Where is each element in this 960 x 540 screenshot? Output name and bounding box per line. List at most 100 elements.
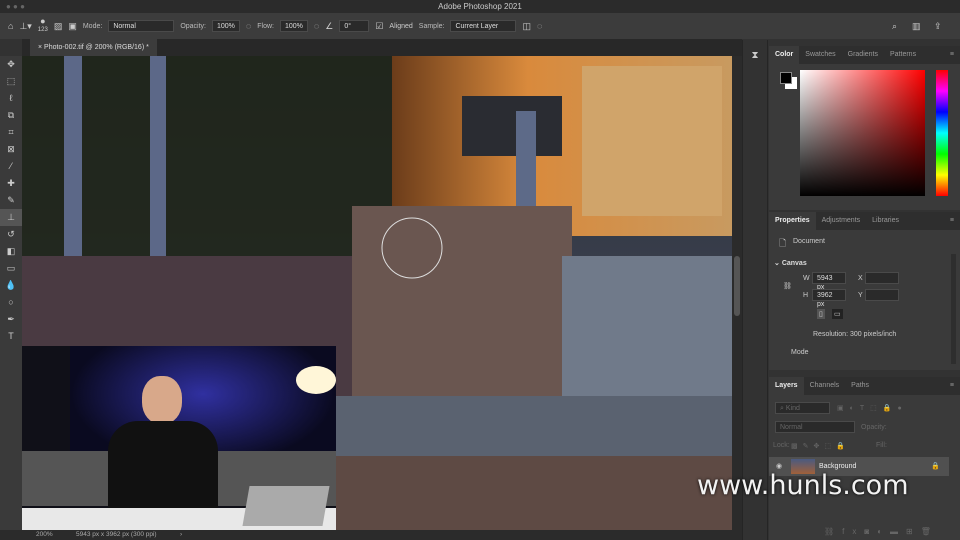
- blend-mode-select[interactable]: Normal: [775, 421, 855, 433]
- crop-tool-icon[interactable]: ⌗: [0, 124, 22, 141]
- front-rocks: [322, 456, 732, 530]
- type-tool-icon[interactable]: T: [0, 328, 22, 345]
- vertical-scrollbar[interactable]: [732, 56, 742, 530]
- webcam-overlay: [22, 346, 336, 530]
- clone-source-icon[interactable]: ▣: [68, 21, 77, 32]
- y-input[interactable]: [865, 289, 899, 301]
- app-title: Adobe Photoshop 2021: [438, 2, 522, 11]
- clone-stamp-tool-icon[interactable]: ⊥: [0, 209, 22, 226]
- flow-input[interactable]: 100%: [280, 20, 308, 32]
- layer-filter-kind[interactable]: ⌕ Kind: [775, 402, 830, 414]
- tab-swatches[interactable]: Swatches: [799, 46, 841, 64]
- mode-select[interactable]: Normal: [108, 20, 175, 32]
- layers-panel: Layers Channels Paths ≡ ⌕ Kind ▣◐T⬚🔒● No…: [769, 377, 960, 540]
- dodge-tool-icon[interactable]: ○: [0, 294, 22, 311]
- clone-stamp-icon[interactable]: ⊥▾: [19, 21, 31, 32]
- document-tab-bar: × Photo-002.tif @ 200% (RGB/16) *: [22, 39, 742, 56]
- ignore-adjustment-icon[interactable]: ◫: [522, 21, 531, 32]
- tab-patterns[interactable]: Patterns: [884, 46, 922, 64]
- brush-preset-picker[interactable]: ● 123: [37, 17, 48, 34]
- zoom-level[interactable]: 200%: [36, 530, 53, 540]
- move-tool-icon[interactable]: ✥: [0, 56, 22, 73]
- tools-panel: ✥ ⬚ ℓ ⧉ ⌗ ⊠ ⁄ ✚ ✎ ⊥ ↺ ◧ ▭ 💧 ○ ✒ T: [0, 56, 22, 530]
- brush-size: 123: [37, 27, 48, 33]
- tab-libraries[interactable]: Libraries: [866, 212, 905, 230]
- flow-label: Flow:: [257, 22, 274, 30]
- properties-scrollbar[interactable]: [951, 254, 956, 364]
- sample-select[interactable]: Current Layer: [450, 20, 517, 32]
- visibility-eye-icon[interactable]: ◉: [776, 462, 782, 470]
- panel-menu-icon[interactable]: ≡: [944, 212, 960, 230]
- fill-label: Fill:: [876, 442, 887, 449]
- x-input[interactable]: [865, 272, 899, 284]
- brush-tool-icon[interactable]: ✎: [0, 192, 22, 209]
- marquee-tool-icon[interactable]: ⬚: [0, 73, 22, 90]
- home-icon[interactable]: ⌂: [8, 21, 13, 31]
- workspace-icon[interactable]: ▥: [912, 21, 921, 32]
- history-brush-tool-icon[interactable]: ↺: [0, 226, 22, 243]
- blur-tool-icon[interactable]: 💧: [0, 277, 22, 294]
- panel-menu-icon[interactable]: ≡: [944, 46, 960, 64]
- airbrush-icon[interactable]: ◌: [314, 21, 319, 31]
- status-bar: 200% 5943 px x 3962 px (300 ppi) ›: [0, 530, 742, 540]
- search-icon[interactable]: ⌕: [892, 21, 897, 32]
- height-input[interactable]: 3962 px: [812, 289, 846, 308]
- gradient-tool-icon[interactable]: ▭: [0, 260, 22, 277]
- color-field[interactable]: [800, 70, 925, 196]
- share-icon[interactable]: ⇪: [934, 21, 942, 32]
- healing-tool-icon[interactable]: ✚: [0, 175, 22, 192]
- image-canvas[interactable]: [22, 56, 732, 530]
- cabinets: [582, 66, 722, 216]
- frame-tool-icon[interactable]: ⊠: [0, 141, 22, 158]
- collapsed-panel-strip: ⧗: [742, 40, 768, 540]
- watermark: www.hunls.com: [697, 470, 909, 501]
- stairs: [562, 256, 732, 396]
- tab-adjustments[interactable]: Adjustments: [816, 212, 867, 230]
- tab-gradients[interactable]: Gradients: [842, 46, 884, 64]
- document-tab[interactable]: × Photo-002.tif @ 200% (RGB/16) *: [30, 39, 157, 56]
- tab-channels[interactable]: Channels: [804, 377, 846, 395]
- object-select-tool-icon[interactable]: ⧉: [0, 107, 22, 124]
- y-label: Y: [858, 292, 863, 299]
- tab-color[interactable]: Color: [769, 46, 800, 64]
- mode-label: Mode: [791, 349, 809, 356]
- pen-tool-icon[interactable]: ✒: [0, 311, 22, 328]
- landscape-orientation-icon[interactable]: ▭: [832, 309, 843, 319]
- document-label: Document: [793, 238, 825, 245]
- foreground-color-swatch[interactable]: [780, 72, 792, 84]
- lock-icons[interactable]: ▩✎✥⬚🔒: [791, 442, 850, 450]
- eyedropper-tool-icon[interactable]: ⁄: [0, 158, 22, 175]
- lasso-tool-icon[interactable]: ℓ: [0, 90, 22, 107]
- kind-placeholder: Kind: [785, 405, 800, 412]
- document-info: 5943 px x 3962 px (300 ppi): [76, 531, 157, 538]
- layers-footer-buttons[interactable]: ⛓fx◙◐▬⊞🗑: [824, 527, 939, 536]
- brush-settings-icon[interactable]: ▨: [54, 21, 63, 32]
- lamp: [296, 366, 336, 394]
- angle-input[interactable]: 0°: [339, 20, 370, 32]
- lock-label: Lock:: [773, 442, 790, 449]
- history-icon[interactable]: ⧗: [747, 50, 763, 61]
- tab-layers[interactable]: Layers: [769, 377, 804, 395]
- hue-slider[interactable]: [936, 70, 948, 196]
- canvas-section-toggle[interactable]: ⌄ Canvas: [774, 259, 807, 267]
- pressure-size-icon[interactable]: ◌: [537, 21, 542, 31]
- panel-menu-icon[interactable]: ≡: [944, 377, 960, 395]
- layer-filter-icons[interactable]: ▣◐T⬚🔒●: [837, 404, 908, 412]
- link-icon[interactable]: ⛓: [783, 282, 792, 290]
- lock-icon: 🔒: [931, 463, 940, 470]
- canvas-label: Canvas: [781, 260, 807, 267]
- document-tab-label: Photo-002.tif @ 200% (RGB/16) *: [44, 44, 149, 51]
- aligned-checkbox[interactable]: ☑: [375, 21, 383, 32]
- options-bar: ⌂ ⊥▾ ● 123 ▨ ▣ Mode: Normal Opacity: 100%…: [0, 13, 960, 39]
- aligned-label: Aligned: [389, 22, 413, 30]
- eraser-tool-icon[interactable]: ◧: [0, 243, 22, 260]
- tab-paths[interactable]: Paths: [845, 377, 875, 395]
- window-controls[interactable]: ● ● ●: [6, 0, 25, 13]
- tab-properties[interactable]: Properties: [769, 212, 816, 230]
- width-input[interactable]: 5943 px: [812, 272, 846, 291]
- opacity-input[interactable]: 100%: [212, 20, 240, 32]
- portrait-orientation-icon[interactable]: ▯: [817, 309, 825, 319]
- pressure-opacity-icon[interactable]: ◌: [246, 21, 251, 31]
- chevron-right-icon[interactable]: ›: [180, 530, 182, 540]
- person-head: [142, 376, 182, 424]
